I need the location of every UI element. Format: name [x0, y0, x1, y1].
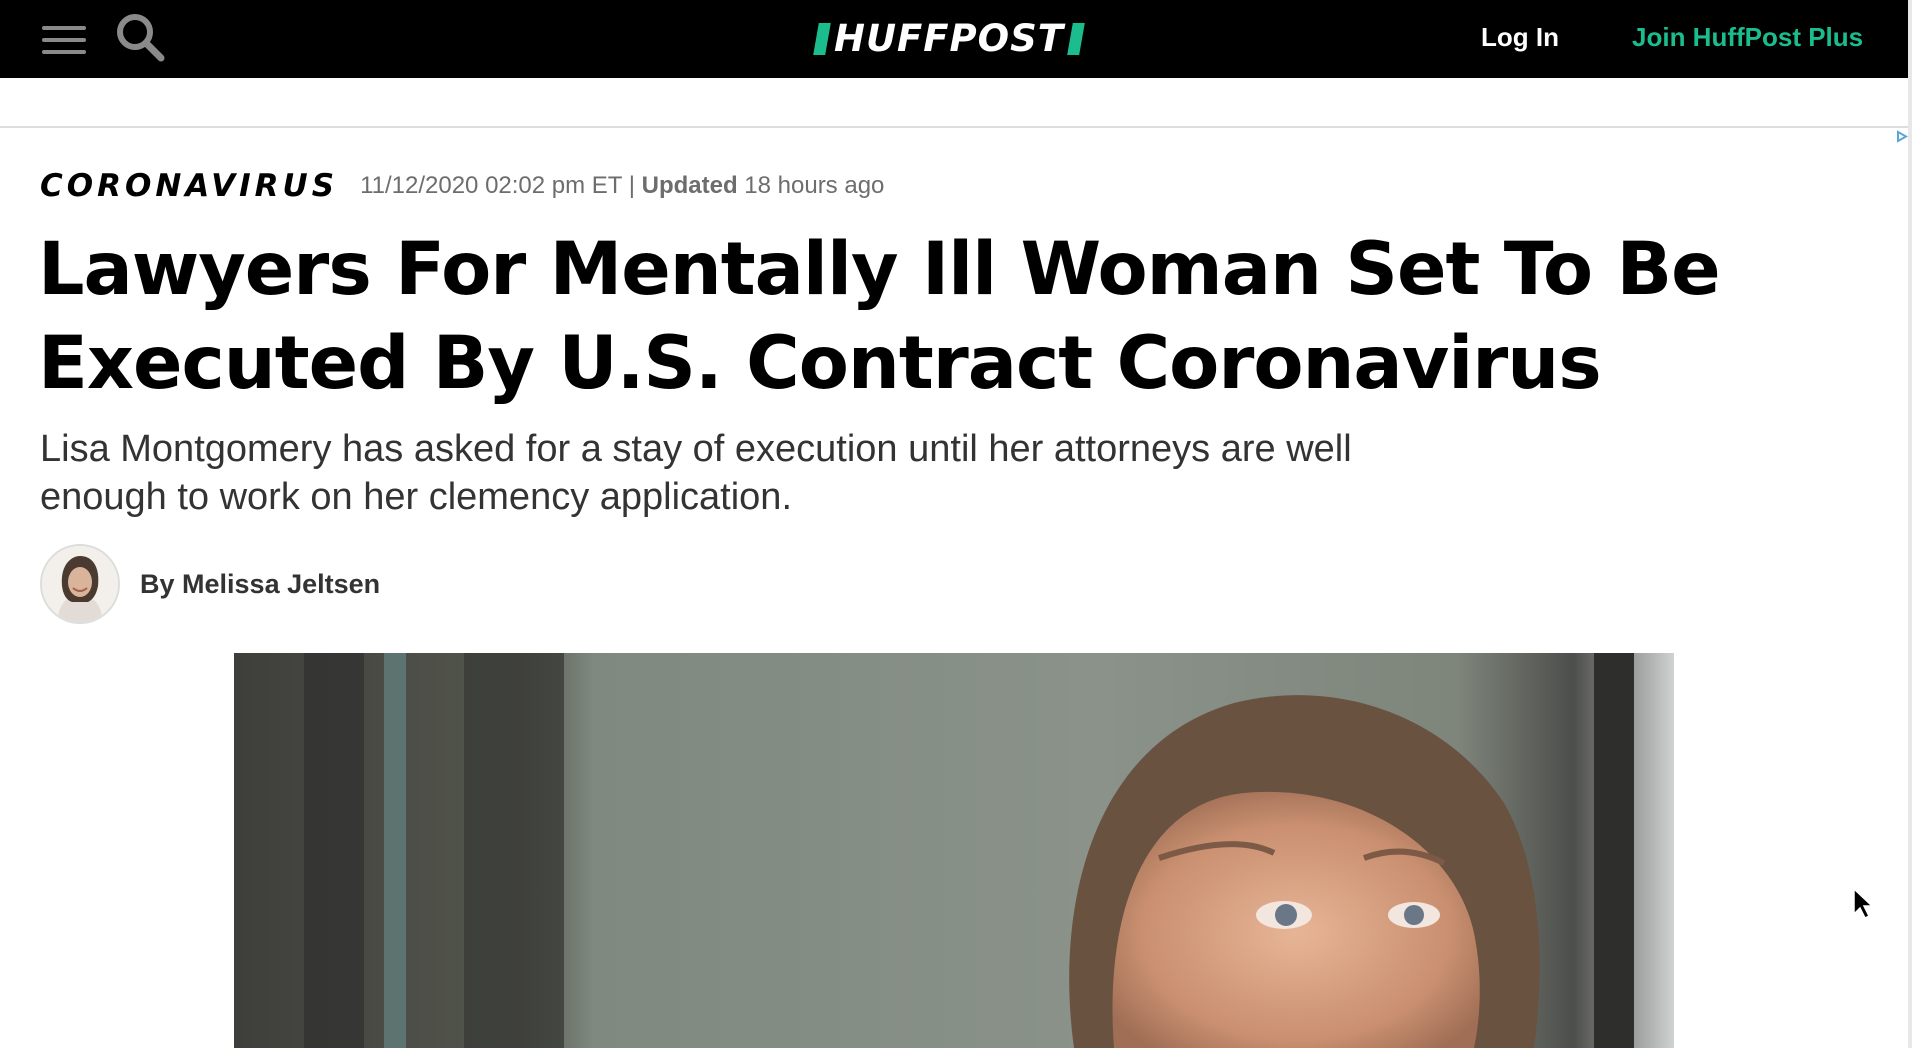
author-avatar[interactable] [40, 544, 120, 624]
article-meta-row: CORONAVIRUS 11/12/2020 02:02 pm ET | Upd… [40, 166, 884, 206]
author-credit: By Melissa Jeltsen [140, 569, 380, 600]
join-huffpost-plus-link[interactable]: Join HuffPost Plus [1632, 20, 1863, 54]
author-name[interactable]: Melissa Jeltsen [182, 569, 380, 599]
section-label[interactable]: CORONAVIRUS [40, 168, 338, 204]
lead-photo[interactable] [234, 653, 1674, 1048]
byline-prefix: By [140, 568, 175, 599]
mouse-cursor-icon [1853, 888, 1874, 920]
dateline: 11/12/2020 02:02 pm ET | Updated 18 hour… [360, 172, 884, 200]
logo-text: HUFFPOST [834, 17, 1065, 60]
top-nav: HUFFPOST Log In Join HuffPost Plus [0, 0, 1908, 78]
published-timestamp: 11/12/2020 02:02 pm ET | [360, 172, 635, 199]
byline: By Melissa Jeltsen [40, 544, 380, 624]
login-link[interactable]: Log In [1481, 20, 1559, 54]
huffpost-logo[interactable]: HUFFPOST [813, 17, 1085, 60]
lead-photo-image [234, 653, 1674, 1048]
ad-choices-icon[interactable] [1895, 130, 1908, 143]
author-portrait-icon [42, 546, 118, 622]
article-dek: Lisa Montgomery has asked for a stay of … [40, 428, 1352, 518]
updated-timestamp: 18 hours ago [744, 172, 885, 199]
updated-label: Updated [641, 172, 738, 199]
ad-strip [0, 78, 1908, 128]
hamburger-menu-icon[interactable] [42, 24, 86, 56]
search-icon[interactable] [114, 11, 166, 63]
article-headline: Lawyers For Mentally Ill Woman Set To Be… [38, 227, 1721, 406]
scrollbar-track[interactable] [1908, 0, 1912, 1048]
